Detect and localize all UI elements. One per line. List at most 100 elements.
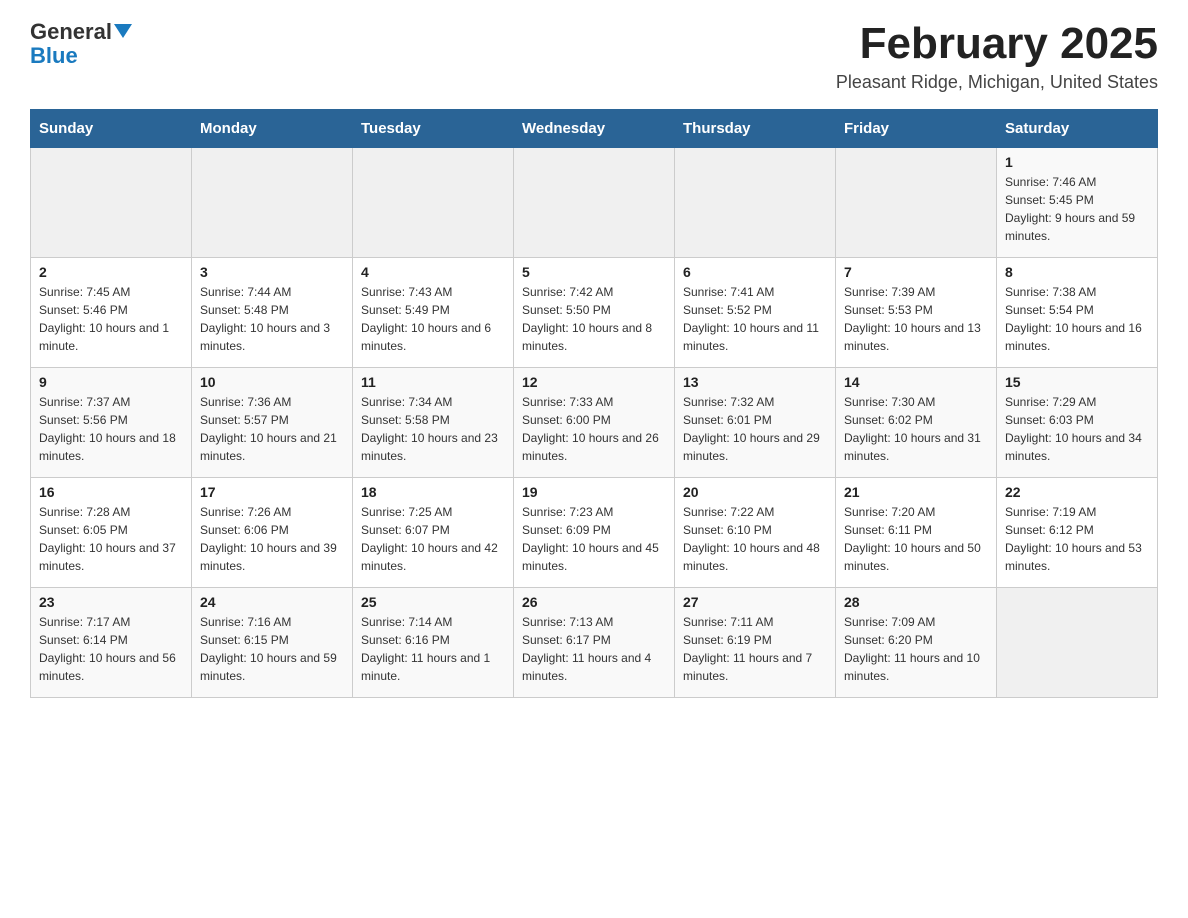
calendar-cell: 21 Sunrise: 7:20 AMSunset: 6:11 PMDayligh…: [836, 478, 997, 588]
calendar-cell: 12 Sunrise: 7:33 AMSunset: 6:00 PMDayligh…: [514, 368, 675, 478]
day-info: Sunrise: 7:20 AMSunset: 6:11 PMDaylight:…: [844, 503, 988, 575]
day-info: Sunrise: 7:13 AMSunset: 6:17 PMDaylight:…: [522, 613, 666, 685]
calendar-cell: 19 Sunrise: 7:23 AMSunset: 6:09 PMDayligh…: [514, 478, 675, 588]
day-info: Sunrise: 7:28 AMSunset: 6:05 PMDaylight:…: [39, 503, 183, 575]
day-info: Sunrise: 7:33 AMSunset: 6:00 PMDaylight:…: [522, 393, 666, 465]
day-info: Sunrise: 7:36 AMSunset: 5:57 PMDaylight:…: [200, 393, 344, 465]
calendar-cell: 23 Sunrise: 7:17 AMSunset: 6:14 PMDayligh…: [31, 588, 192, 698]
day-number: 26: [522, 594, 666, 610]
day-info: Sunrise: 7:29 AMSunset: 6:03 PMDaylight:…: [1005, 393, 1149, 465]
day-number: 24: [200, 594, 344, 610]
calendar-cell: 26 Sunrise: 7:13 AMSunset: 6:17 PMDayligh…: [514, 588, 675, 698]
logo-triangle-icon: [114, 24, 132, 38]
calendar-cell: 15 Sunrise: 7:29 AMSunset: 6:03 PMDayligh…: [997, 368, 1158, 478]
day-number: 1: [1005, 154, 1149, 170]
day-info: Sunrise: 7:14 AMSunset: 6:16 PMDaylight:…: [361, 613, 505, 685]
calendar-week-row: 23 Sunrise: 7:17 AMSunset: 6:14 PMDayligh…: [31, 588, 1158, 698]
day-info: Sunrise: 7:46 AMSunset: 5:45 PMDaylight:…: [1005, 173, 1149, 245]
day-number: 20: [683, 484, 827, 500]
day-info: Sunrise: 7:43 AMSunset: 5:49 PMDaylight:…: [361, 283, 505, 355]
day-info: Sunrise: 7:37 AMSunset: 5:56 PMDaylight:…: [39, 393, 183, 465]
page-header: GeneralBlue February 2025 Pleasant Ridge…: [30, 20, 1158, 93]
calendar-cell: [192, 148, 353, 258]
calendar-cell: 2 Sunrise: 7:45 AMSunset: 5:46 PMDaylight…: [31, 258, 192, 368]
day-number: 15: [1005, 374, 1149, 390]
calendar-cell: 13Sunrise: 7:32 AMSunset: 6:01 PMDayligh…: [675, 368, 836, 478]
day-number: 17: [200, 484, 344, 500]
day-number: 23: [39, 594, 183, 610]
day-number: 18: [361, 484, 505, 500]
calendar-cell: 7 Sunrise: 7:39 AMSunset: 5:53 PMDaylight…: [836, 258, 997, 368]
day-number: 4: [361, 264, 505, 280]
day-info: Sunrise: 7:22 AMSunset: 6:10 PMDaylight:…: [683, 503, 827, 575]
col-tuesday: Tuesday: [353, 110, 514, 148]
day-number: 9: [39, 374, 183, 390]
day-number: 2: [39, 264, 183, 280]
day-info: Sunrise: 7:19 AMSunset: 6:12 PMDaylight:…: [1005, 503, 1149, 575]
day-info: Sunrise: 7:34 AMSunset: 5:58 PMDaylight:…: [361, 393, 505, 465]
calendar-cell: 1 Sunrise: 7:46 AMSunset: 5:45 PMDaylight…: [997, 148, 1158, 258]
calendar-cell: 28Sunrise: 7:09 AMSunset: 6:20 PMDayligh…: [836, 588, 997, 698]
calendar-week-row: 16 Sunrise: 7:28 AMSunset: 6:05 PMDayligh…: [31, 478, 1158, 588]
calendar-cell: 6 Sunrise: 7:41 AMSunset: 5:52 PMDaylight…: [675, 258, 836, 368]
col-thursday: Thursday: [675, 110, 836, 148]
calendar-table: Sunday Monday Tuesday Wednesday Thursday…: [30, 109, 1158, 698]
calendar-week-row: 2 Sunrise: 7:45 AMSunset: 5:46 PMDaylight…: [31, 258, 1158, 368]
day-info: Sunrise: 7:11 AMSunset: 6:19 PMDaylight:…: [683, 613, 827, 685]
day-number: 21: [844, 484, 988, 500]
day-info: Sunrise: 7:23 AMSunset: 6:09 PMDaylight:…: [522, 503, 666, 575]
day-info: Sunrise: 7:39 AMSunset: 5:53 PMDaylight:…: [844, 283, 988, 355]
calendar-cell: 18 Sunrise: 7:25 AMSunset: 6:07 PMDayligh…: [353, 478, 514, 588]
day-number: 7: [844, 264, 988, 280]
calendar-cell: 16 Sunrise: 7:28 AMSunset: 6:05 PMDayligh…: [31, 478, 192, 588]
day-number: 12: [522, 374, 666, 390]
calendar-week-row: 1 Sunrise: 7:46 AMSunset: 5:45 PMDaylight…: [31, 148, 1158, 258]
calendar-cell: 8 Sunrise: 7:38 AMSunset: 5:54 PMDaylight…: [997, 258, 1158, 368]
day-info: Sunrise: 7:17 AMSunset: 6:14 PMDaylight:…: [39, 613, 183, 685]
day-info: Sunrise: 7:44 AMSunset: 5:48 PMDaylight:…: [200, 283, 344, 355]
day-info: Sunrise: 7:16 AMSunset: 6:15 PMDaylight:…: [200, 613, 344, 685]
day-number: 25: [361, 594, 505, 610]
calendar-header-row: Sunday Monday Tuesday Wednesday Thursday…: [31, 110, 1158, 148]
day-number: 14: [844, 374, 988, 390]
calendar-cell: [514, 148, 675, 258]
day-number: 22: [1005, 484, 1149, 500]
calendar-cell: 4 Sunrise: 7:43 AMSunset: 5:49 PMDaylight…: [353, 258, 514, 368]
calendar-week-row: 9 Sunrise: 7:37 AMSunset: 5:56 PMDaylight…: [31, 368, 1158, 478]
month-title: February 2025: [836, 20, 1158, 68]
day-number: 19: [522, 484, 666, 500]
day-number: 5: [522, 264, 666, 280]
col-wednesday: Wednesday: [514, 110, 675, 148]
title-area: February 2025 Pleasant Ridge, Michigan, …: [836, 20, 1158, 93]
day-info: Sunrise: 7:25 AMSunset: 6:07 PMDaylight:…: [361, 503, 505, 575]
col-monday: Monday: [192, 110, 353, 148]
day-number: 27: [683, 594, 827, 610]
calendar-cell: 3 Sunrise: 7:44 AMSunset: 5:48 PMDaylight…: [192, 258, 353, 368]
day-info: Sunrise: 7:38 AMSunset: 5:54 PMDaylight:…: [1005, 283, 1149, 355]
day-number: 8: [1005, 264, 1149, 280]
calendar-cell: 10Sunrise: 7:36 AMSunset: 5:57 PMDayligh…: [192, 368, 353, 478]
day-number: 6: [683, 264, 827, 280]
day-info: Sunrise: 7:32 AMSunset: 6:01 PMDaylight:…: [683, 393, 827, 465]
calendar-cell: [31, 148, 192, 258]
day-info: Sunrise: 7:41 AMSunset: 5:52 PMDaylight:…: [683, 283, 827, 355]
day-number: 16: [39, 484, 183, 500]
calendar-cell: [836, 148, 997, 258]
calendar-cell: [353, 148, 514, 258]
calendar-cell: 17Sunrise: 7:26 AMSunset: 6:06 PMDayligh…: [192, 478, 353, 588]
col-friday: Friday: [836, 110, 997, 148]
day-number: 3: [200, 264, 344, 280]
day-info: Sunrise: 7:42 AMSunset: 5:50 PMDaylight:…: [522, 283, 666, 355]
day-info: Sunrise: 7:45 AMSunset: 5:46 PMDaylight:…: [39, 283, 183, 355]
logo-blue-text: Blue: [30, 43, 78, 68]
location-text: Pleasant Ridge, Michigan, United States: [836, 72, 1158, 93]
day-number: 11: [361, 374, 505, 390]
col-sunday: Sunday: [31, 110, 192, 148]
calendar-cell: 20 Sunrise: 7:22 AMSunset: 6:10 PMDayligh…: [675, 478, 836, 588]
calendar-cell: [997, 588, 1158, 698]
calendar-cell: [675, 148, 836, 258]
day-info: Sunrise: 7:30 AMSunset: 6:02 PMDaylight:…: [844, 393, 988, 465]
calendar-cell: 24 Sunrise: 7:16 AMSunset: 6:15 PMDayligh…: [192, 588, 353, 698]
logo-text: GeneralBlue: [30, 20, 132, 68]
calendar-cell: 14 Sunrise: 7:30 AMSunset: 6:02 PMDayligh…: [836, 368, 997, 478]
